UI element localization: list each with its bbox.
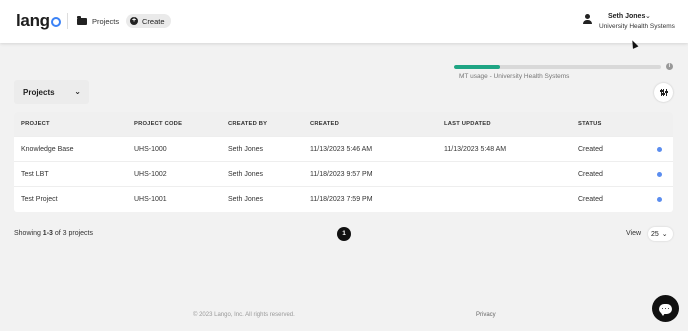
plus-circle-icon: +	[130, 17, 138, 25]
mt-usage-bar	[454, 65, 661, 69]
showing-range: 1-3	[42, 230, 53, 237]
status-dot	[657, 147, 662, 152]
copyright-text: © 2023 Lango, Inc. All rights reserved.	[193, 312, 295, 318]
header-project[interactable]: PROJECT	[21, 121, 50, 127]
cell-created-by: Seth Jones	[228, 146, 264, 153]
projects-select[interactable]: Projects ⌄	[14, 80, 89, 104]
cell-project-code: UHS-1002	[134, 171, 167, 178]
mt-usage-label: MT usage - University Health Systems	[459, 73, 570, 80]
cell-created: 11/13/2023 5:46 AM	[310, 146, 373, 153]
table-header: PROJECT PROJECT CODE CREATED BY CREATED …	[14, 112, 673, 136]
cell-project-code: UHS-1001	[134, 196, 167, 203]
header-created-by[interactable]: CREATED BY	[228, 121, 267, 127]
chevron-down-icon: ⌄	[661, 231, 668, 238]
view-page-size-value: 25	[651, 230, 659, 238]
header-status[interactable]: STATUS	[578, 121, 602, 127]
privacy-link[interactable]: Privacy	[476, 312, 496, 318]
create-button[interactable]: + Create	[126, 14, 171, 28]
mt-usage-fill	[454, 65, 500, 69]
cell-created-by: Seth Jones	[228, 196, 264, 203]
create-label: Create	[142, 16, 165, 26]
cell-created: 11/18/2023 7:59 PM	[310, 196, 373, 203]
folder-icon	[77, 16, 87, 25]
nav-projects-link[interactable]: Projects	[77, 15, 119, 28]
org-name: University Health Systems	[599, 23, 675, 30]
header-last-updated[interactable]: LAST UPDATED	[444, 121, 491, 127]
projects-select-label: Projects	[23, 87, 55, 97]
cell-last-updated: 11/13/2023 5:48 AM	[444, 146, 507, 153]
table-row[interactable]: Test Project UHS-1001 Seth Jones 11/18/2…	[14, 186, 673, 211]
cell-project[interactable]: Knowledge Base	[21, 146, 74, 153]
logo-text: lang	[16, 11, 50, 30]
info-icon[interactable]: i	[666, 63, 673, 70]
user-icon[interactable]	[582, 14, 592, 25]
chevron-down-icon[interactable]: ⌄	[645, 12, 651, 20]
cell-project[interactable]: Test LBT	[21, 171, 49, 178]
nav-projects-label: Projects	[92, 17, 120, 26]
chat-icon	[659, 303, 672, 316]
top-header: lang Projects + Create Seth Jones ⌄ Univ…	[0, 0, 688, 43]
status-dot	[657, 172, 662, 177]
filter-button[interactable]	[654, 83, 673, 102]
view-page-size-select[interactable]: 25 ⌄	[648, 227, 673, 241]
user-name[interactable]: Seth Jones	[608, 13, 645, 20]
chevron-down-icon: ⌄	[74, 87, 81, 96]
showing-suffix: of 3 projects	[52, 230, 93, 237]
cell-status: Created	[578, 196, 603, 203]
showing-count: Showing 1-3 of 3 projects	[14, 230, 93, 237]
filter-icon	[659, 89, 668, 96]
cell-status: Created	[578, 171, 603, 178]
page-1-button[interactable]: 1	[337, 227, 351, 241]
table-row[interactable]: Knowledge Base UHS-1000 Seth Jones 11/13…	[14, 136, 673, 161]
cell-created: 11/18/2023 9:57 PM	[310, 171, 373, 178]
view-label: View	[626, 230, 642, 237]
chat-button[interactable]	[652, 295, 679, 322]
logo-o-icon	[50, 17, 61, 27]
cell-status: Created	[578, 146, 603, 153]
header-created[interactable]: CREATED	[310, 121, 339, 127]
showing-prefix: Showing	[14, 230, 43, 237]
cell-created-by: Seth Jones	[228, 171, 264, 178]
table-row[interactable]: Test LBT UHS-1002 Seth Jones 11/18/2023 …	[14, 161, 673, 186]
cell-project-code: UHS-1000	[134, 146, 167, 153]
status-dot	[657, 197, 662, 202]
header-divider	[67, 13, 68, 29]
lango-logo[interactable]: lang	[16, 11, 61, 31]
header-project-code[interactable]: PROJECT CODE	[134, 121, 182, 127]
projects-table: PROJECT PROJECT CODE CREATED BY CREATED …	[14, 112, 673, 212]
cell-project[interactable]: Test Project	[21, 196, 58, 203]
